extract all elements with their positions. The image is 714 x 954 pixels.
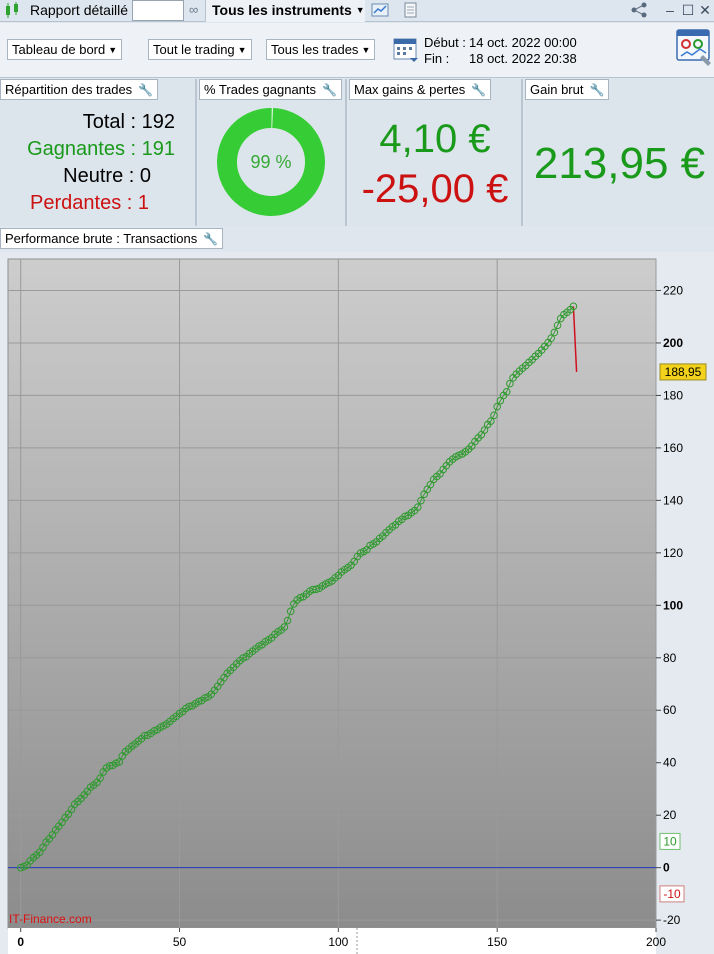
last-value-label: 188,95 xyxy=(665,365,702,379)
marker-negative-label: -10 xyxy=(663,887,681,901)
link-icon[interactable]: ∞ xyxy=(189,0,203,22)
performance-chart-panel: 220 200 180 160 140 120 100 80 60 40 20 0 -20 188,95 1… xyxy=(0,252,714,954)
y-tick-label: 200 xyxy=(663,336,683,350)
winning-trades: Gagnantes : 191 xyxy=(27,138,175,160)
repartition-widget: Répartition des trades 🔧 Total : 192 Gagn… xyxy=(0,79,197,226)
performance-header: Performance brute : Transactions 🔧 xyxy=(0,228,224,249)
trades-label: Tous les trades xyxy=(271,42,359,57)
x-tick-label: 0 xyxy=(17,935,24,949)
document-icon[interactable] xyxy=(402,0,422,22)
repartition-header: Répartition des trades 🔧 xyxy=(0,79,159,100)
y-tick-label: 140 xyxy=(663,493,683,507)
toolbar: Tableau de bord ▼ Tout le trading ▼ Tous l… xyxy=(0,23,714,78)
win-rate-title: % Trades gagnants xyxy=(204,82,317,97)
y-tick-label: 220 xyxy=(663,283,683,297)
instruments-label: Tous les instruments xyxy=(212,2,352,18)
y-tick-label: 0 xyxy=(663,861,670,875)
win-rate-value: 99 % xyxy=(250,152,291,172)
max-gains-header: Max gains & pertes 🔧 xyxy=(349,79,492,100)
win-rate-header: % Trades gagnants 🔧 xyxy=(199,79,342,100)
neutral-trades: Neutre : 0 xyxy=(63,165,151,187)
wrench-icon[interactable]: 🔧 xyxy=(589,81,604,100)
x-tick-label: 50 xyxy=(173,935,187,949)
x-tick-label: 200 xyxy=(646,935,666,949)
wrench-icon[interactable]: 🔧 xyxy=(203,230,218,249)
dashboard-label: Tableau de bord xyxy=(12,42,106,57)
marker-positive-label: 10 xyxy=(663,834,677,848)
chevron-down-icon: ▼ xyxy=(108,45,118,55)
plot-area xyxy=(7,258,657,929)
minimize-button[interactable]: – xyxy=(662,0,678,22)
trades-dropdown[interactable]: Tous les trades ▼ xyxy=(266,39,376,60)
dashboard-settings-icon[interactable] xyxy=(676,28,712,71)
gross-gain-header: Gain brut 🔧 xyxy=(525,79,610,100)
chevron-down-icon: ▼ xyxy=(361,45,371,55)
start-date: 14 oct. 2022 00:00 xyxy=(469,35,577,50)
y-axis-ticks: 220200180160140120100806040200-20188,951… xyxy=(656,283,707,927)
chart-window-icon[interactable] xyxy=(370,0,392,22)
y-tick-label: 40 xyxy=(663,756,677,770)
max-gain-value: 4,10 € xyxy=(379,117,491,161)
max-gains-title: Max gains & pertes xyxy=(354,82,466,97)
max-gains-widget: Max gains & pertes 🔧 4,10 € -25,00 € xyxy=(349,79,523,226)
dashboard-dropdown[interactable]: Tableau de bord ▼ xyxy=(7,39,123,60)
wrench-icon[interactable]: 🔧 xyxy=(471,81,486,100)
performance-title: Performance brute : Transactions xyxy=(5,231,198,246)
chevron-down-icon: ▼ xyxy=(237,45,247,55)
trading-label: Tout le trading xyxy=(153,42,235,57)
wrench-icon[interactable]: 🔧 xyxy=(322,81,337,100)
report-title: Rapport détaillé xyxy=(30,2,129,18)
wrench-icon[interactable]: 🔧 xyxy=(138,81,153,100)
y-tick-label: 20 xyxy=(663,808,677,822)
start-label: Début : xyxy=(424,35,466,50)
share-icon[interactable] xyxy=(630,0,648,22)
end-date: 18 oct. 2022 20:38 xyxy=(469,51,577,66)
y-tick-label: 60 xyxy=(663,703,677,717)
y-tick-label: -20 xyxy=(663,913,681,927)
total-trades: Total : 192 xyxy=(82,111,175,133)
win-rate-donut: 99 % xyxy=(217,108,325,216)
instruments-dropdown[interactable]: Tous les instruments ▼ xyxy=(205,0,365,22)
candlestick-icon xyxy=(4,0,22,22)
performance-chart[interactable]: 220200180160140120100806040200-20188,951… xyxy=(0,252,714,954)
maximize-button[interactable]: ☐ xyxy=(680,0,696,22)
x-tick-label: 150 xyxy=(487,935,507,949)
x-tick-label: 100 xyxy=(328,935,348,949)
y-tick-label: 100 xyxy=(663,598,683,612)
y-tick-label: 120 xyxy=(663,546,683,560)
y-tick-label: 80 xyxy=(663,651,677,665)
y-tick-label: 180 xyxy=(663,388,683,402)
losing-trades: Perdantes : 1 xyxy=(30,192,149,214)
calendar-icon[interactable] xyxy=(393,36,419,67)
chevron-down-icon: ▼ xyxy=(355,5,365,15)
close-button[interactable]: ✕ xyxy=(697,0,713,22)
gross-gain-widget: Gain brut 🔧 213,95 € xyxy=(525,79,714,226)
trading-dropdown[interactable]: Tout le trading ▼ xyxy=(148,39,252,60)
gross-gain-title: Gain brut xyxy=(530,82,584,97)
watermark-text: IT-Finance.com xyxy=(9,912,92,926)
y-tick-label: 160 xyxy=(663,441,683,455)
report-input[interactable] xyxy=(132,0,184,21)
max-loss-value: -25,00 € xyxy=(361,167,509,211)
win-rate-widget: % Trades gagnants 🔧 99 % xyxy=(199,79,347,226)
gross-gain-value: 213,95 € xyxy=(533,139,706,188)
repartition-title: Répartition des trades xyxy=(5,82,133,97)
end-label: Fin : xyxy=(424,51,450,66)
title-bar: Rapport détaillé ∞ Tous les instruments ▼… xyxy=(0,0,714,22)
